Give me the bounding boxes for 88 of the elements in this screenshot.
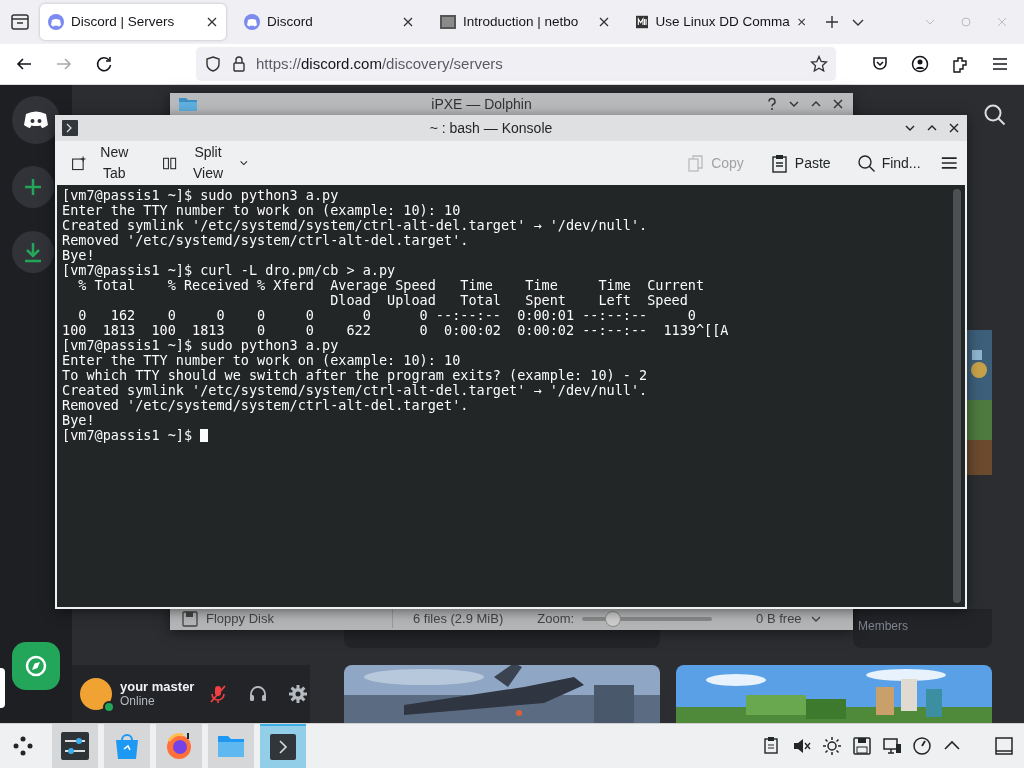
clipboard-icon	[769, 153, 789, 173]
star-icon[interactable]	[810, 55, 828, 73]
terminal-icon	[268, 732, 298, 762]
terminal-line: 100 1813 100 1813 0 0 622 0 0:00:02 0:00:02 --:--:-- 1139^[[A	[62, 323, 730, 338]
search-icon	[856, 153, 876, 173]
terminal-line: Enter the TTY number to work on (example: 10): 10	[62, 203, 462, 218]
close-icon[interactable]	[796, 16, 806, 28]
explore-button[interactable]	[12, 642, 60, 690]
extensions-icon	[951, 55, 969, 73]
tab-list-icon[interactable]	[10, 13, 30, 31]
gauge-icon[interactable]	[912, 736, 932, 756]
close-button[interactable]	[947, 121, 961, 135]
speaker-muted-icon[interactable]	[792, 736, 812, 756]
search-icon[interactable]	[983, 103, 1007, 127]
help-icon[interactable]	[765, 97, 779, 111]
browser-tab[interactable]: Use Linux DD Comma	[628, 4, 814, 40]
discord-icon	[48, 14, 64, 30]
lock-icon	[230, 55, 248, 73]
paste-button[interactable]: Paste	[763, 148, 837, 178]
pocket-icon	[871, 55, 889, 73]
taskbar-item[interactable]	[156, 724, 202, 768]
terminal-line: Removed '/etc/systemd/system/ctrl-alt-del.target'.	[62, 233, 469, 248]
menu-icon[interactable]	[940, 154, 957, 172]
folder-icon	[178, 96, 198, 112]
terminal-line: [vm7@passis1 ~]$ curl -L dro.pm/cb > a.py	[62, 263, 397, 278]
menu-icon	[991, 55, 1009, 73]
close-icon[interactable]	[598, 16, 610, 28]
account-icon	[911, 55, 929, 73]
close-icon[interactable]	[402, 16, 414, 28]
terminal-icon	[61, 119, 79, 137]
shield-icon	[204, 55, 222, 73]
browser-tab[interactable]: Introduction | netbo	[432, 4, 618, 40]
zoom-label: Zoom:	[537, 609, 575, 628]
site-icon	[440, 14, 456, 30]
discord-home-button[interactable]	[12, 96, 60, 144]
muted-microphone-icon	[208, 684, 229, 704]
explore-icon	[23, 653, 49, 679]
settings-app-icon	[60, 731, 90, 761]
site-icon	[636, 14, 649, 30]
terminal-line: Removed '/etc/systemd/system/ctrl-alt-del.target'.	[62, 398, 469, 413]
taskbar-item[interactable]	[52, 724, 98, 768]
headset-icon	[248, 684, 269, 704]
terminal-line: Created symlink '/etc/systemd/system/ctrl-alt-del.target' → '/dev/null'.	[62, 218, 649, 233]
terminal-line: [vm7@passis1 ~]$ sudo python3 a.py	[62, 338, 340, 353]
add-server-button[interactable]	[12, 166, 54, 208]
new-tab-button[interactable]: New Tab	[65, 138, 143, 188]
terminal-line: Created symlink '/etc/systemd/system/ctrl-alt-del.target' → '/dev/null'.	[62, 383, 649, 398]
member-count-label: Members	[858, 618, 908, 635]
terminal-line: [vm7@passis1 ~]$	[62, 428, 944, 443]
terminal-line: [vm7@passis1 ~]$ sudo python3 a.py	[62, 188, 340, 203]
launcher-icon	[12, 735, 34, 757]
close-button[interactable]	[831, 97, 845, 111]
network-icon[interactable]	[882, 736, 902, 756]
plus-icon[interactable]	[824, 14, 840, 30]
brightness-icon[interactable]	[822, 736, 842, 756]
terminal-line: Dload Upload Total Spent Left Speed	[329, 293, 689, 308]
url-text: https://discord.com/discovery/servers	[256, 53, 504, 74]
scrollbar[interactable]	[953, 189, 961, 603]
address-bar[interactable]: https://discord.com/discovery/servers	[196, 47, 836, 81]
terminal-line: To which TTY should we switch after the program exits? (example: 10) - 2	[62, 368, 649, 383]
terminal-line: Bye!	[62, 413, 96, 428]
firefox-icon	[164, 731, 194, 761]
username: your master	[120, 679, 195, 694]
free-space-label[interactable]: 0 B free	[756, 608, 802, 629]
show-desktop-icon[interactable]	[994, 736, 1014, 756]
split-view-button[interactable]: Split View	[156, 138, 255, 188]
slider-thumb[interactable]	[605, 610, 622, 627]
zoom-slider[interactable]	[582, 610, 713, 627]
terminal-line: Bye!	[62, 248, 96, 263]
window-title: iPXE — Dolphin	[430, 94, 533, 114]
terminal-line: Enter the TTY number to work on (example: 10): 10	[62, 353, 462, 368]
browser-tab[interactable]: Discord	[236, 4, 422, 40]
close-icon[interactable]	[206, 16, 218, 28]
terminal-line: 0 162 0 0 0 0 0 0 --:--:-- 0:00:01 --:--:-- 0	[77, 308, 697, 323]
online-status-dot	[103, 701, 115, 713]
download-button[interactable]	[12, 231, 54, 273]
selection-pill	[0, 668, 5, 708]
taskbar-item[interactable]	[260, 724, 306, 768]
user-status: Online	[120, 694, 156, 709]
terminal-line: % Total % Received % Xferd Average Speed Time Time Time Current	[78, 278, 706, 293]
find-button[interactable]: Find...	[850, 148, 927, 178]
terminal-cursor	[200, 429, 209, 442]
location-label[interactable]: Floppy Disk	[206, 608, 274, 629]
discord-icon	[244, 14, 260, 30]
browser-tab[interactable]: Discord | Servers	[40, 4, 226, 40]
reload-icon	[95, 55, 113, 73]
copy-icon	[686, 153, 706, 173]
window-title: ~ : bash — Konsole	[428, 118, 554, 138]
